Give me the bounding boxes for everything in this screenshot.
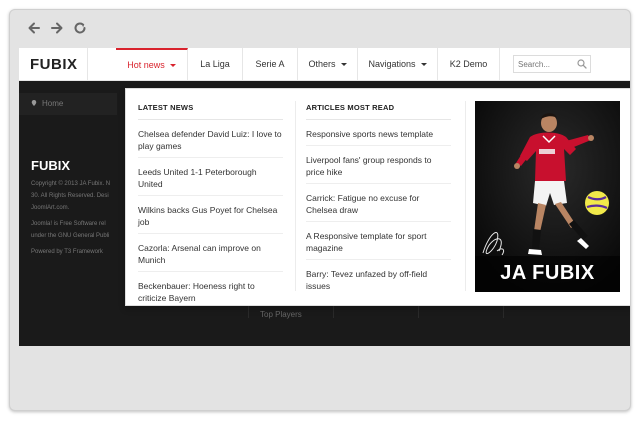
latest-news-item[interactable]: Leeds United 1-1 Peterborough United <box>138 158 283 196</box>
latest-news-list: Chelsea defender David Luiz: I love to p… <box>138 120 283 309</box>
search-box[interactable] <box>513 55 591 73</box>
breadcrumb: Home <box>31 99 63 108</box>
browser-window: FUBIX Hot news La Liga Serie A Others Na… <box>9 9 631 411</box>
menu-item-others[interactable]: Others <box>298 48 358 81</box>
reload-button[interactable] <box>72 21 88 37</box>
caret-down-icon <box>420 63 427 67</box>
footer-link[interactable]: JoomlArt.com. <box>31 205 69 211</box>
menu-item-label: La Liga <box>200 59 230 69</box>
menu-item-k2-demo[interactable]: K2 Demo <box>438 48 500 81</box>
footer-license: Joomla! is Free Software rel <box>31 221 106 227</box>
caret-down-icon <box>169 64 176 68</box>
footer-license: under the GNU General Publi <box>31 233 110 239</box>
arrow-left-icon <box>28 22 40 34</box>
location-pin-icon <box>31 100 37 106</box>
reload-icon <box>74 22 86 34</box>
breadcrumb-bar: Home <box>19 93 117 115</box>
column-divider <box>465 101 466 291</box>
footer-logo: FUBIX <box>31 158 70 173</box>
latest-news-item[interactable]: Beckenbauer: Hoeness right to criticize … <box>138 272 283 309</box>
most-read-list: Responsive sports news template Liverpoo… <box>306 120 451 297</box>
promo-banner[interactable]: JA FUBIX <box>475 101 620 292</box>
menu-item-label: Hot news <box>127 60 165 70</box>
most-read-item[interactable]: A Responsive template for sport magazine <box>306 222 451 260</box>
column-divider <box>295 101 296 291</box>
most-read-item[interactable]: Responsive sports news template <box>306 120 451 146</box>
search-icon[interactable] <box>577 59 587 69</box>
breadcrumb-home[interactable]: Home <box>42 99 63 108</box>
menu-item-la-liga[interactable]: La Liga <box>188 48 243 81</box>
menu-item-label: Serie A <box>255 59 285 69</box>
footer-copyright: Copyright © 2013 JA Fubix. N <box>31 181 111 187</box>
site-logo[interactable]: FUBIX <box>30 56 78 73</box>
menu-item-hot-news[interactable]: Hot news <box>116 48 188 81</box>
search-input[interactable] <box>514 56 574 72</box>
forward-button[interactable] <box>49 21 65 37</box>
menu-item-serie-a[interactable]: Serie A <box>243 48 298 81</box>
site-header: FUBIX Hot news La Liga Serie A Others Na… <box>19 48 630 81</box>
most-read-item[interactable]: Carrick: Fatigue no excuse for Chelsea d… <box>306 184 451 222</box>
logo-divider <box>87 48 88 81</box>
latest-news-item[interactable]: Wilkins backs Gus Poyet for Chelsea job <box>138 196 283 234</box>
most-read-title: ARTICLES MOST READ <box>306 103 395 112</box>
browser-toolbar <box>10 10 630 48</box>
menu-item-navigations[interactable]: Navigations <box>358 48 438 81</box>
latest-news-title: LATEST NEWS <box>138 103 194 112</box>
footer-link-top-players[interactable]: Top Players <box>260 310 302 319</box>
hot-news-mega-menu: LATEST NEWS Chelsea defender David Luiz:… <box>125 88 630 309</box>
latest-news-item[interactable]: Cazorla: Arsenal can improve on Munich <box>138 234 283 272</box>
menu-item-label: Navigations <box>368 59 416 69</box>
footer-powered-by: Powered by T3 Framework <box>31 249 103 255</box>
footer-copyright: 30. All Rights Reserved. Desi <box>31 193 109 199</box>
caret-down-icon <box>340 63 347 67</box>
latest-news-item[interactable]: Chelsea defender David Luiz: I love to p… <box>138 120 283 158</box>
promo-caption: JA FUBIX <box>500 262 595 284</box>
back-button[interactable] <box>26 21 42 37</box>
most-read-item[interactable]: Barry: Tevez unfazed by off-field issues <box>306 260 451 297</box>
menu-item-label: Others <box>308 59 336 69</box>
most-read-item[interactable]: Liverpool fans' group responds to price … <box>306 146 451 184</box>
menu-item-label: K2 Demo <box>449 59 488 69</box>
arrow-right-icon <box>51 22 63 34</box>
